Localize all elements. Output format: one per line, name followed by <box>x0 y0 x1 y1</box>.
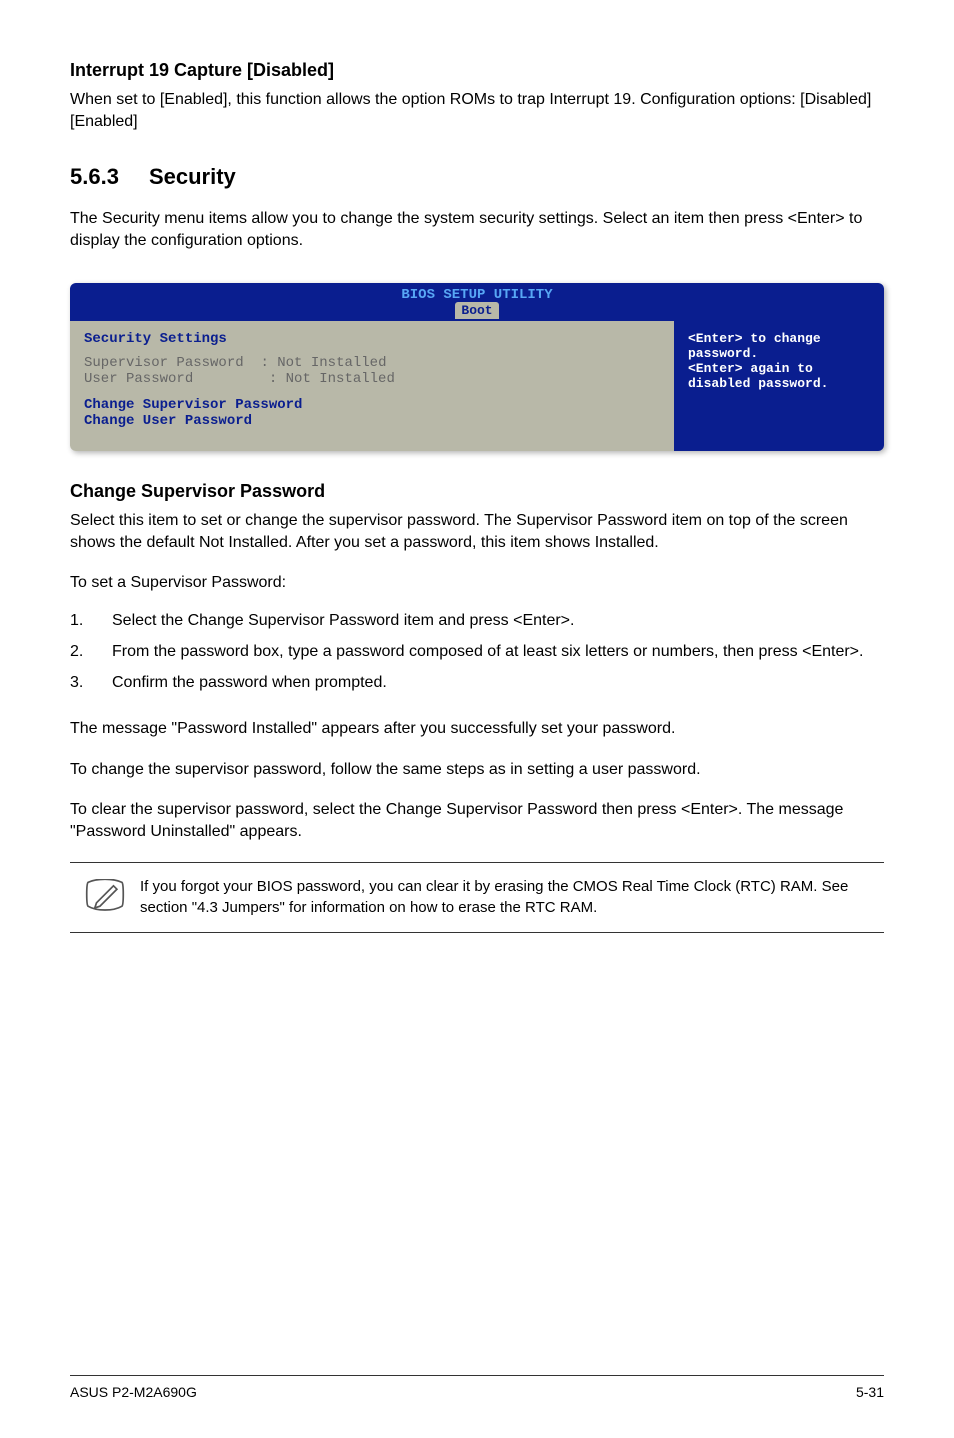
bios-supervisor-label: Supervisor Password <box>84 355 244 371</box>
bios-help-text: <Enter> to change password. <Enter> agai… <box>688 331 870 391</box>
list-item: 3.Confirm the password when prompted. <box>70 671 884 694</box>
bios-boot-tab: Boot <box>455 302 498 319</box>
step-text: Select the Change Supervisor Password it… <box>112 612 574 629</box>
footer-model: ASUS P2-M2A690G <box>70 1384 197 1400</box>
change-supervisor-p3: The message "Password Installed" appears… <box>70 718 884 740</box>
note-pencil-icon <box>70 877 140 918</box>
list-item: 1.Select the Change Supervisor Password … <box>70 609 884 632</box>
bios-title: BIOS SETUP UTILITY <box>70 287 884 303</box>
change-supervisor-p2: To set a Supervisor Password: <box>70 572 884 594</box>
bios-supervisor-row: Supervisor Password : Not Installed <box>84 355 660 371</box>
bios-body: Security Settings Supervisor Password : … <box>70 321 884 451</box>
page-footer: ASUS P2-M2A690G 5-31 <box>70 1375 884 1400</box>
step-text: Confirm the password when prompted. <box>112 674 387 691</box>
supervisor-steps-list: 1.Select the Change Supervisor Password … <box>70 609 884 695</box>
change-supervisor-p5: To clear the supervisor password, select… <box>70 799 884 844</box>
note-text: If you forgot your BIOS password, you ca… <box>140 877 884 918</box>
interrupt19-heading: Interrupt 19 Capture [Disabled] <box>70 60 884 81</box>
bios-titlebar: BIOS SETUP UTILITY Boot <box>70 283 884 321</box>
bios-supervisor-value: : Not Installed <box>260 355 386 371</box>
security-title: Security <box>149 164 236 190</box>
step-text: From the password box, type a password c… <box>112 643 863 660</box>
security-number: 5.6.3 <box>70 164 119 190</box>
footer-page-number: 5-31 <box>856 1384 884 1400</box>
change-supervisor-p4: To change the supervisor password, follo… <box>70 759 884 781</box>
change-supervisor-p1: Select this item to set or change the su… <box>70 510 884 555</box>
interrupt19-text: When set to [Enabled], this function all… <box>70 89 884 134</box>
bios-security-settings-heading: Security Settings <box>84 331 660 347</box>
list-item: 2.From the password box, type a password… <box>70 640 884 663</box>
bios-user-row: User Password : Not Installed <box>84 371 660 387</box>
note-block: If you forgot your BIOS password, you ca… <box>70 862 884 933</box>
bios-utility-screenshot: BIOS SETUP UTILITY Boot Security Setting… <box>70 283 884 451</box>
bios-change-user: Change User Password <box>84 413 660 429</box>
bios-user-label: User Password <box>84 371 193 387</box>
security-heading-row: 5.6.3 Security <box>70 164 884 190</box>
change-supervisor-heading: Change Supervisor Password <box>70 481 884 502</box>
bios-help-panel: <Enter> to change password. <Enter> agai… <box>674 321 884 451</box>
bios-change-supervisor: Change Supervisor Password <box>84 397 660 413</box>
bios-user-value: : Not Installed <box>269 371 395 387</box>
security-intro: The Security menu items allow you to cha… <box>70 208 884 253</box>
bios-left-panel: Security Settings Supervisor Password : … <box>70 321 674 451</box>
